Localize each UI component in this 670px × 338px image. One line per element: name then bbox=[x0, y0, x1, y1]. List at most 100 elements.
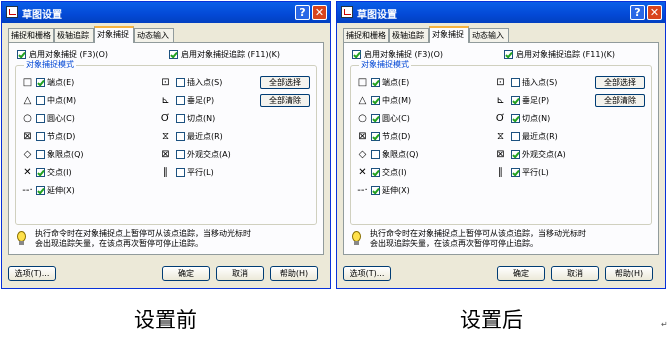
osnap-right-checkbox-3[interactable] bbox=[176, 132, 185, 141]
tab-polar-tracking[interactable]: 极轴追踪 bbox=[389, 28, 429, 42]
osnap-left-label-6: 延伸(X) bbox=[47, 186, 75, 195]
osnap-right-checkbox-0[interactable] bbox=[176, 78, 185, 87]
enable-osnap-checkbox[interactable] bbox=[17, 50, 26, 59]
cancel-button[interactable]: 取消 bbox=[551, 266, 599, 281]
caption-after: 设置后 bbox=[460, 308, 523, 332]
tab-snap-grid[interactable]: 捕捉和栅格 bbox=[343, 28, 389, 42]
osnap-right-label-2: 切点(N) bbox=[187, 114, 216, 123]
osnap-mode-icon: ✕ bbox=[23, 167, 32, 178]
select-all-button[interactable]: 全部选择 bbox=[260, 76, 310, 89]
osnap-left-checkbox-6[interactable] bbox=[36, 186, 45, 195]
tab-dynamic-input[interactable]: 动态输入 bbox=[469, 28, 509, 42]
osnap-mode-icon: □ bbox=[357, 77, 368, 88]
enable-tracking-label: 启用对象捕捉追踪 (F11)(K) bbox=[516, 50, 616, 59]
tab-polar-tracking[interactable]: 极轴追踪 bbox=[54, 28, 94, 42]
enable-osnap-label: 启用对象捕捉 (F3)(O) bbox=[29, 50, 109, 59]
osnap-mode-icon: ⊡ bbox=[496, 77, 505, 88]
tab-object-snap[interactable]: 对象捕捉 bbox=[429, 26, 469, 43]
close-icon[interactable]: ✕ bbox=[312, 5, 327, 20]
osnap-left-checkbox-4[interactable] bbox=[36, 150, 45, 159]
osnap-right-label-5: 平行(L) bbox=[522, 168, 549, 177]
options-button[interactable]: 选项(T)... bbox=[8, 266, 56, 281]
osnap-mode-icon: △ bbox=[23, 95, 32, 106]
tab-object-snap[interactable]: 对象捕捉 bbox=[94, 26, 134, 43]
osnap-left-label-0: 端点(E) bbox=[382, 78, 410, 87]
osnap-right-checkbox-4[interactable] bbox=[511, 150, 520, 159]
info-line-2: 会出现追踪矢量，在该点再次暂停可停止追踪。 bbox=[35, 239, 203, 248]
close-icon[interactable]: ✕ bbox=[647, 5, 662, 20]
object-snap-panel: 启用对象捕捉 (F3)(O) 启用对象捕捉追踪 (F11)(K) 对象捕捉模式 … bbox=[8, 42, 324, 255]
osnap-mode-icon: ⊠ bbox=[496, 149, 505, 160]
help-title-button[interactable]: ? bbox=[630, 5, 645, 20]
osnap-left-checkbox-3[interactable] bbox=[36, 132, 45, 141]
tab-snap-grid[interactable]: 捕捉和栅格 bbox=[8, 28, 54, 42]
osnap-left-checkbox-2[interactable] bbox=[36, 114, 45, 123]
tab-dynamic-input[interactable]: 动态输入 bbox=[134, 28, 174, 42]
osnap-mode-icon: ⊠ bbox=[161, 149, 170, 160]
osnap-left-checkbox-6[interactable] bbox=[371, 186, 380, 195]
osnap-mode-icon: ⊠ bbox=[358, 131, 367, 142]
osnap-right-checkbox-5[interactable] bbox=[176, 168, 185, 177]
help-title-button[interactable]: ? bbox=[295, 5, 310, 20]
ok-button[interactable]: 确定 bbox=[497, 266, 545, 281]
osnap-left-checkbox-1[interactable] bbox=[371, 96, 380, 105]
osnap-left-checkbox-5[interactable] bbox=[371, 168, 380, 177]
help-button[interactable]: 帮助(H) bbox=[270, 266, 318, 281]
osnap-right-checkbox-3[interactable] bbox=[511, 132, 520, 141]
osnap-mode-icon: ✕ bbox=[358, 167, 367, 178]
osnap-mode-icon: □ bbox=[22, 77, 33, 88]
osnap-right-label-1: 垂足(P) bbox=[187, 96, 215, 105]
snap-modes-group: 对象捕捉模式 □ 端点(E) △ 中点(M) ○ 圆心(C) ⊠ 节点(D) ◇ 象限点(Q) ✕ 交… bbox=[350, 60, 652, 225]
osnap-left-label-6: 延伸(X) bbox=[382, 186, 410, 195]
osnap-left-label-1: 中点(M) bbox=[47, 96, 77, 105]
info-line-2: 会出现追踪矢量，在该点再次暂停可停止追踪。 bbox=[370, 239, 538, 248]
osnap-right-checkbox-1[interactable] bbox=[176, 96, 185, 105]
snap-modes-group-title: 对象捕捉模式 bbox=[359, 60, 411, 70]
tracking-info-text: 执行命令时在对象捕捉点上暂停可从该点追踪，当移动光标时 会出现追踪矢量，在该点再… bbox=[35, 229, 251, 249]
clear-all-button[interactable]: 全部清除 bbox=[595, 94, 645, 107]
osnap-right-checkbox-4[interactable] bbox=[176, 150, 185, 159]
drafting-settings-dialog-before: 草图设置 ? ✕ 捕捉和栅格 极轴追踪 对象捕捉 动态输入 启用对象捕捉 (F3… bbox=[1, 1, 331, 289]
help-button[interactable]: 帮助(H) bbox=[605, 266, 653, 281]
osnap-mode-icon: Ơ bbox=[160, 113, 171, 124]
osnap-right-checkbox-5[interactable] bbox=[511, 168, 520, 177]
select-all-button[interactable]: 全部选择 bbox=[595, 76, 645, 89]
osnap-left-checkbox-0[interactable] bbox=[36, 78, 45, 87]
osnap-right-checkbox-1[interactable] bbox=[511, 96, 520, 105]
clear-all-button[interactable]: 全部清除 bbox=[260, 94, 310, 107]
info-line-1: 执行命令时在对象捕捉点上暂停可从该点追踪，当移动光标时 bbox=[370, 229, 586, 238]
osnap-left-label-3: 节点(D) bbox=[382, 132, 411, 141]
osnap-left-checkbox-1[interactable] bbox=[36, 96, 45, 105]
osnap-left-checkbox-4[interactable] bbox=[371, 150, 380, 159]
autocad-app-icon bbox=[6, 6, 18, 18]
osnap-left-checkbox-0[interactable] bbox=[371, 78, 380, 87]
lightbulb-icon bbox=[17, 231, 26, 245]
ok-button[interactable]: 确定 bbox=[162, 266, 210, 281]
osnap-left-label-2: 圆心(C) bbox=[47, 114, 75, 123]
osnap-left-label-4: 象限点(Q) bbox=[382, 150, 419, 159]
enable-osnap-checkbox[interactable] bbox=[352, 50, 361, 59]
paragraph-mark-icon: ↵ bbox=[661, 320, 668, 329]
osnap-right-checkbox-0[interactable] bbox=[511, 78, 520, 87]
osnap-left-checkbox-3[interactable] bbox=[371, 132, 380, 141]
osnap-mode-icon: Ơ bbox=[495, 113, 506, 124]
osnap-mode-icon: ⊾ bbox=[496, 95, 505, 106]
osnap-right-label-1: 垂足(P) bbox=[522, 96, 550, 105]
cancel-button[interactable]: 取消 bbox=[216, 266, 264, 281]
enable-tracking-checkbox[interactable] bbox=[504, 50, 513, 59]
osnap-mode-icon: ◇ bbox=[358, 149, 367, 160]
osnap-right-checkbox-2[interactable] bbox=[176, 114, 185, 123]
osnap-mode-icon: --· bbox=[22, 185, 33, 196]
title-bar: 草图设置 ? ✕ bbox=[2, 2, 330, 23]
options-button[interactable]: 选项(T)... bbox=[343, 266, 391, 281]
osnap-right-label-0: 插入点(S) bbox=[522, 78, 558, 87]
osnap-right-checkbox-2[interactable] bbox=[511, 114, 520, 123]
osnap-mode-icon: ⊠ bbox=[23, 131, 32, 142]
osnap-left-checkbox-2[interactable] bbox=[371, 114, 380, 123]
title-bar: 草图设置 ? ✕ bbox=[337, 2, 665, 23]
osnap-left-checkbox-5[interactable] bbox=[36, 168, 45, 177]
osnap-right-label-3: 最近点(R) bbox=[522, 132, 558, 141]
tracking-info-text: 执行命令时在对象捕捉点上暂停可从该点追踪，当移动光标时 会出现追踪矢量，在该点再… bbox=[370, 229, 586, 249]
enable-tracking-checkbox[interactable] bbox=[169, 50, 178, 59]
osnap-left-label-5: 交点(I) bbox=[47, 168, 72, 177]
